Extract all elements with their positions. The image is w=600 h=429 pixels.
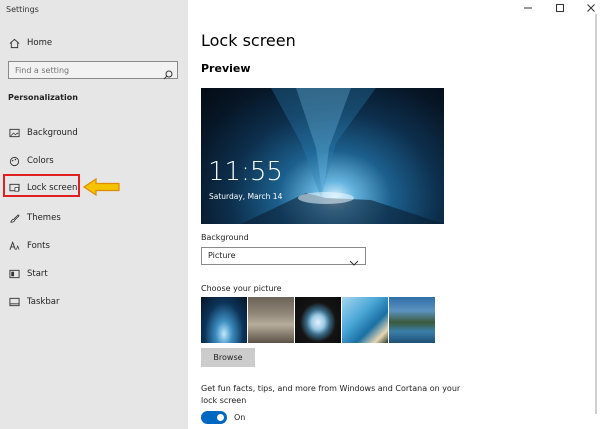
close-button[interactable] — [584, 3, 598, 13]
preview-clock: 11:55 — [208, 157, 283, 187]
toggle-knob — [217, 414, 224, 421]
lock-screen-preview: 11:55 Saturday, March 14 — [201, 88, 444, 224]
sidebar-item-label: Background — [27, 128, 78, 138]
start-icon — [8, 268, 20, 280]
background-label: Background — [201, 233, 249, 242]
home-icon — [8, 37, 20, 49]
sidebar-item-background[interactable]: Background — [0, 123, 188, 143]
search-box[interactable] — [8, 61, 178, 80]
maximize-icon — [556, 4, 564, 12]
preview-heading: Preview — [201, 62, 251, 75]
sidebar-item-label: Taskbar — [27, 297, 60, 307]
sidebar-item-start[interactable]: Start — [0, 264, 188, 284]
search-icon[interactable] — [163, 65, 173, 80]
sidebar: Settings Home Personalization Background… — [0, 0, 188, 429]
section-title: Personalization — [8, 93, 78, 102]
image-icon — [8, 127, 20, 139]
preview-date: Saturday, March 14 — [209, 192, 283, 201]
page-title: Lock screen — [201, 31, 296, 50]
sidebar-item-label: Start — [27, 269, 48, 279]
home-label: Home — [27, 38, 53, 48]
sidebar-item-label: Fonts — [27, 241, 50, 251]
picture-thumbnail-ice-cave[interactable] — [201, 297, 247, 343]
picture-thumbnail-lake[interactable] — [389, 297, 435, 343]
picture-thumbnail-cave-sea[interactable] — [295, 297, 341, 343]
palette-icon — [8, 155, 20, 167]
brush-icon — [8, 212, 20, 224]
app-title: Settings — [6, 5, 39, 14]
fun-facts-text: Get fun facts, tips, and more from Windo… — [201, 384, 461, 405]
sidebar-item-fonts[interactable]: Fonts — [0, 236, 188, 256]
chevron-down-icon — [349, 252, 359, 266]
scrollbar[interactable] — [595, 14, 597, 414]
close-icon — [587, 4, 595, 12]
picture-thumbnail-beach[interactable] — [342, 297, 388, 343]
background-dropdown-value: Picture — [208, 251, 236, 260]
fun-facts-toggle[interactable] — [201, 411, 227, 424]
sidebar-item-themes[interactable]: Themes — [0, 208, 188, 228]
choose-picture-label: Choose your picture — [201, 284, 282, 293]
picture-thumbnails — [201, 297, 435, 344]
taskbar-icon — [8, 296, 20, 308]
nav-home[interactable]: Home — [0, 33, 188, 53]
browse-button[interactable]: Browse — [201, 348, 255, 367]
picture-thumbnail-rocks[interactable] — [248, 297, 294, 343]
arrow-left-icon — [82, 177, 122, 197]
sidebar-item-taskbar[interactable]: Taskbar — [0, 292, 188, 312]
font-icon — [8, 240, 20, 252]
background-dropdown[interactable]: Picture — [201, 247, 366, 266]
sidebar-item-label: Themes — [27, 213, 61, 223]
sidebar-item-label: Colors — [27, 156, 54, 166]
highlight-box — [3, 174, 80, 197]
ice-cave-image — [241, 88, 444, 224]
minimize-button[interactable] — [521, 3, 535, 13]
search-input[interactable] — [9, 62, 159, 78]
sidebar-item-colors[interactable]: Colors — [0, 151, 188, 171]
maximize-button[interactable] — [553, 3, 567, 13]
toggle-state-label: On — [234, 413, 246, 422]
